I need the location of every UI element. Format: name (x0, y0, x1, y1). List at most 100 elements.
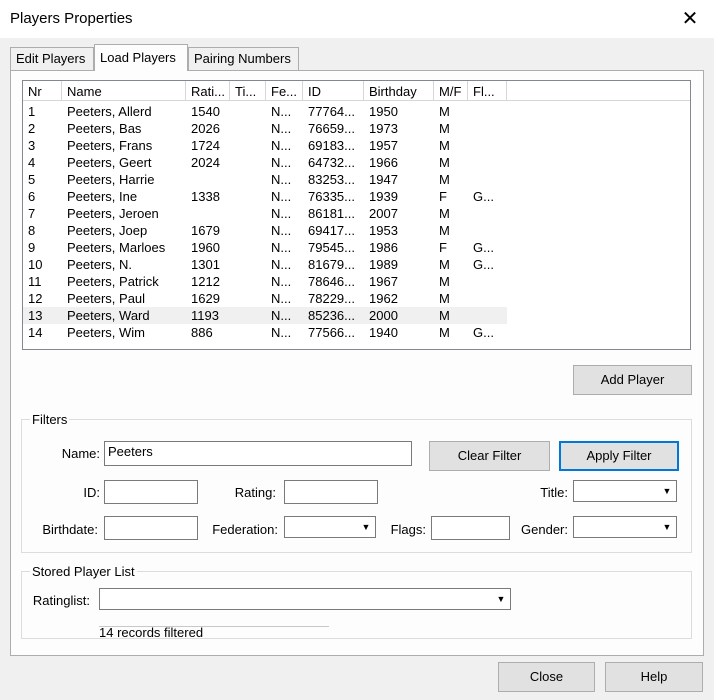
cell-federation: N... (271, 257, 292, 272)
cell-id: 79545... (308, 240, 355, 255)
table-row[interactable]: 6 Peeters, Ine 1338 N... 76335... 1939 F G... (23, 188, 507, 205)
cell-rating: 1679 (191, 223, 220, 238)
cell-flags: G... (473, 325, 494, 340)
tab-edit-players[interactable]: Edit Players (10, 47, 94, 70)
rating-label: Rating: (234, 485, 276, 500)
table-row[interactable]: 12 Peeters, Paul 1629 N... 78229... 1962 M (23, 290, 507, 307)
cell-birthday: 1966 (369, 155, 398, 170)
cell-id: 85236... (308, 308, 355, 323)
cell-flags (468, 205, 507, 222)
chevron-down-icon[interactable]: ▼ (658, 517, 676, 537)
table-row[interactable]: 14 Peeters, Wim 886 N... 77566... 1940 M G... (23, 324, 507, 341)
chevron-down-icon[interactable]: ▼ (658, 481, 676, 501)
stored-player-list-legend: Stored Player List (32, 564, 135, 579)
flags-input[interactable] (431, 516, 510, 540)
cell-gender: M (439, 223, 450, 238)
cell-id: 86181... (308, 206, 355, 221)
table-row[interactable]: 3 Peeters, Frans 1724 N... 69183... 1957 M (23, 137, 507, 154)
cell-birthday: 1989 (369, 257, 398, 272)
clear-filter-button[interactable]: Clear Filter (429, 441, 550, 471)
title-dropdown[interactable]: ▼ (573, 480, 677, 502)
table-row[interactable]: 4 Peeters, Geert 2024 N... 64732... 1966 M (23, 154, 507, 171)
cell-nr: 14 (28, 325, 43, 340)
cell-id: 69183... (308, 138, 355, 153)
cell-id: 77764... (308, 104, 355, 119)
column-header-flags[interactable]: Fl... (468, 81, 507, 101)
table-row[interactable]: 8 Peeters, Joep 1679 N... 69417... 1953 M (23, 222, 507, 239)
cell-gender: M (439, 274, 450, 289)
column-header-nr[interactable]: Nr (23, 81, 62, 101)
cell-id: 78229... (308, 291, 355, 306)
tab-pairing-numbers[interactable]: Pairing Numbers (188, 47, 299, 70)
column-header-gender[interactable]: M/F (434, 81, 468, 101)
cell-birthday: 1939 (369, 189, 398, 204)
cell-id: 64732... (308, 155, 355, 170)
cell-flags (468, 154, 507, 171)
close-icon[interactable]: ✕ (676, 6, 704, 32)
gender-dropdown[interactable]: ▼ (573, 516, 677, 538)
cell-name: Peeters, Jeroen (67, 206, 159, 221)
cell-flags (468, 307, 507, 324)
cell-rating: 1212 (191, 274, 220, 289)
cell-title (230, 120, 266, 137)
cell-rating (186, 171, 230, 188)
tab-load-players[interactable]: Load Players (94, 44, 188, 71)
cell-gender: M (439, 257, 450, 272)
rating-input[interactable] (284, 480, 378, 504)
column-header-id[interactable]: ID (303, 81, 364, 101)
cell-flags (468, 120, 507, 137)
cell-rating (186, 205, 230, 222)
chevron-down-icon[interactable]: ▼ (492, 589, 510, 609)
cell-gender: M (439, 104, 450, 119)
name-input[interactable]: Peeters (104, 441, 412, 466)
title-bar: Players Properties ✕ (0, 0, 714, 38)
birthdate-input[interactable] (104, 516, 198, 540)
cell-id: 77566... (308, 325, 355, 340)
column-header-federation[interactable]: Fe... (266, 81, 303, 101)
table-row[interactable]: 7 Peeters, Jeroen N... 86181... 2007 M (23, 205, 507, 222)
chevron-down-icon[interactable]: ▼ (357, 517, 375, 537)
cell-name: Peeters, Harrie (67, 172, 155, 187)
cell-birthday: 1950 (369, 104, 398, 119)
cell-name: Peeters, Ine (67, 189, 138, 204)
ratinglist-dropdown[interactable]: ▼ (99, 588, 511, 610)
table-row[interactable]: 1 Peeters, Allerd 1540 N... 77764... 1950 M (23, 103, 507, 120)
cell-gender: F (439, 189, 447, 204)
cell-federation: N... (271, 138, 292, 153)
cell-rating: 2026 (191, 121, 220, 136)
close-button[interactable]: Close (498, 662, 595, 692)
cell-gender: M (439, 206, 450, 221)
cell-title (230, 324, 266, 341)
cell-gender: M (439, 121, 450, 136)
cell-birthday: 2007 (369, 206, 398, 221)
table-row[interactable]: 9 Peeters, Marloes 1960 N... 79545... 1986 F G.… (23, 239, 507, 256)
add-player-button[interactable]: Add Player (573, 365, 692, 395)
table-row[interactable]: 2 Peeters, Bas 2026 N... 76659... 1973 M (23, 120, 507, 137)
cell-name: Peeters, Joep (67, 223, 148, 238)
cell-nr: 9 (28, 240, 36, 255)
column-header-title[interactable]: Ti... (230, 81, 266, 101)
table-row[interactable]: 5 Peeters, Harrie N... 83253... 1947 M (23, 171, 507, 188)
cell-nr: 10 (28, 257, 43, 272)
cell-id: 81679... (308, 257, 355, 272)
column-header-birthday[interactable]: Birthday (364, 81, 434, 101)
player-list[interactable]: Nr Name Rati... Ti... Fe... ID Birthday … (22, 80, 691, 350)
cell-title (230, 307, 266, 324)
records-filtered-status: 14 records filtered (99, 625, 204, 640)
federation-dropdown[interactable]: ▼ (284, 516, 376, 538)
apply-filter-button[interactable]: Apply Filter (559, 441, 679, 471)
id-input[interactable] (104, 480, 198, 504)
column-header-name[interactable]: Name (62, 81, 186, 101)
table-row[interactable]: 13 Peeters, Ward 1193 N... 85236... 2000 M (23, 307, 507, 324)
cell-name: Peeters, Patrick (67, 274, 159, 289)
cell-flags: G... (473, 257, 494, 272)
birthdate-label: Birthdate: (42, 522, 98, 537)
cell-nr: 1 (28, 104, 36, 119)
table-row[interactable]: 10 Peeters, N. 1301 N... 81679... 1989 M G... (23, 256, 507, 273)
cell-gender: M (439, 138, 450, 153)
cell-nr: 3 (28, 138, 36, 153)
column-header-rating[interactable]: Rati... (186, 81, 230, 101)
cell-title (230, 256, 266, 273)
table-row[interactable]: 11 Peeters, Patrick 1212 N... 78646... 1967 M (23, 273, 507, 290)
help-button[interactable]: Help (605, 662, 703, 692)
